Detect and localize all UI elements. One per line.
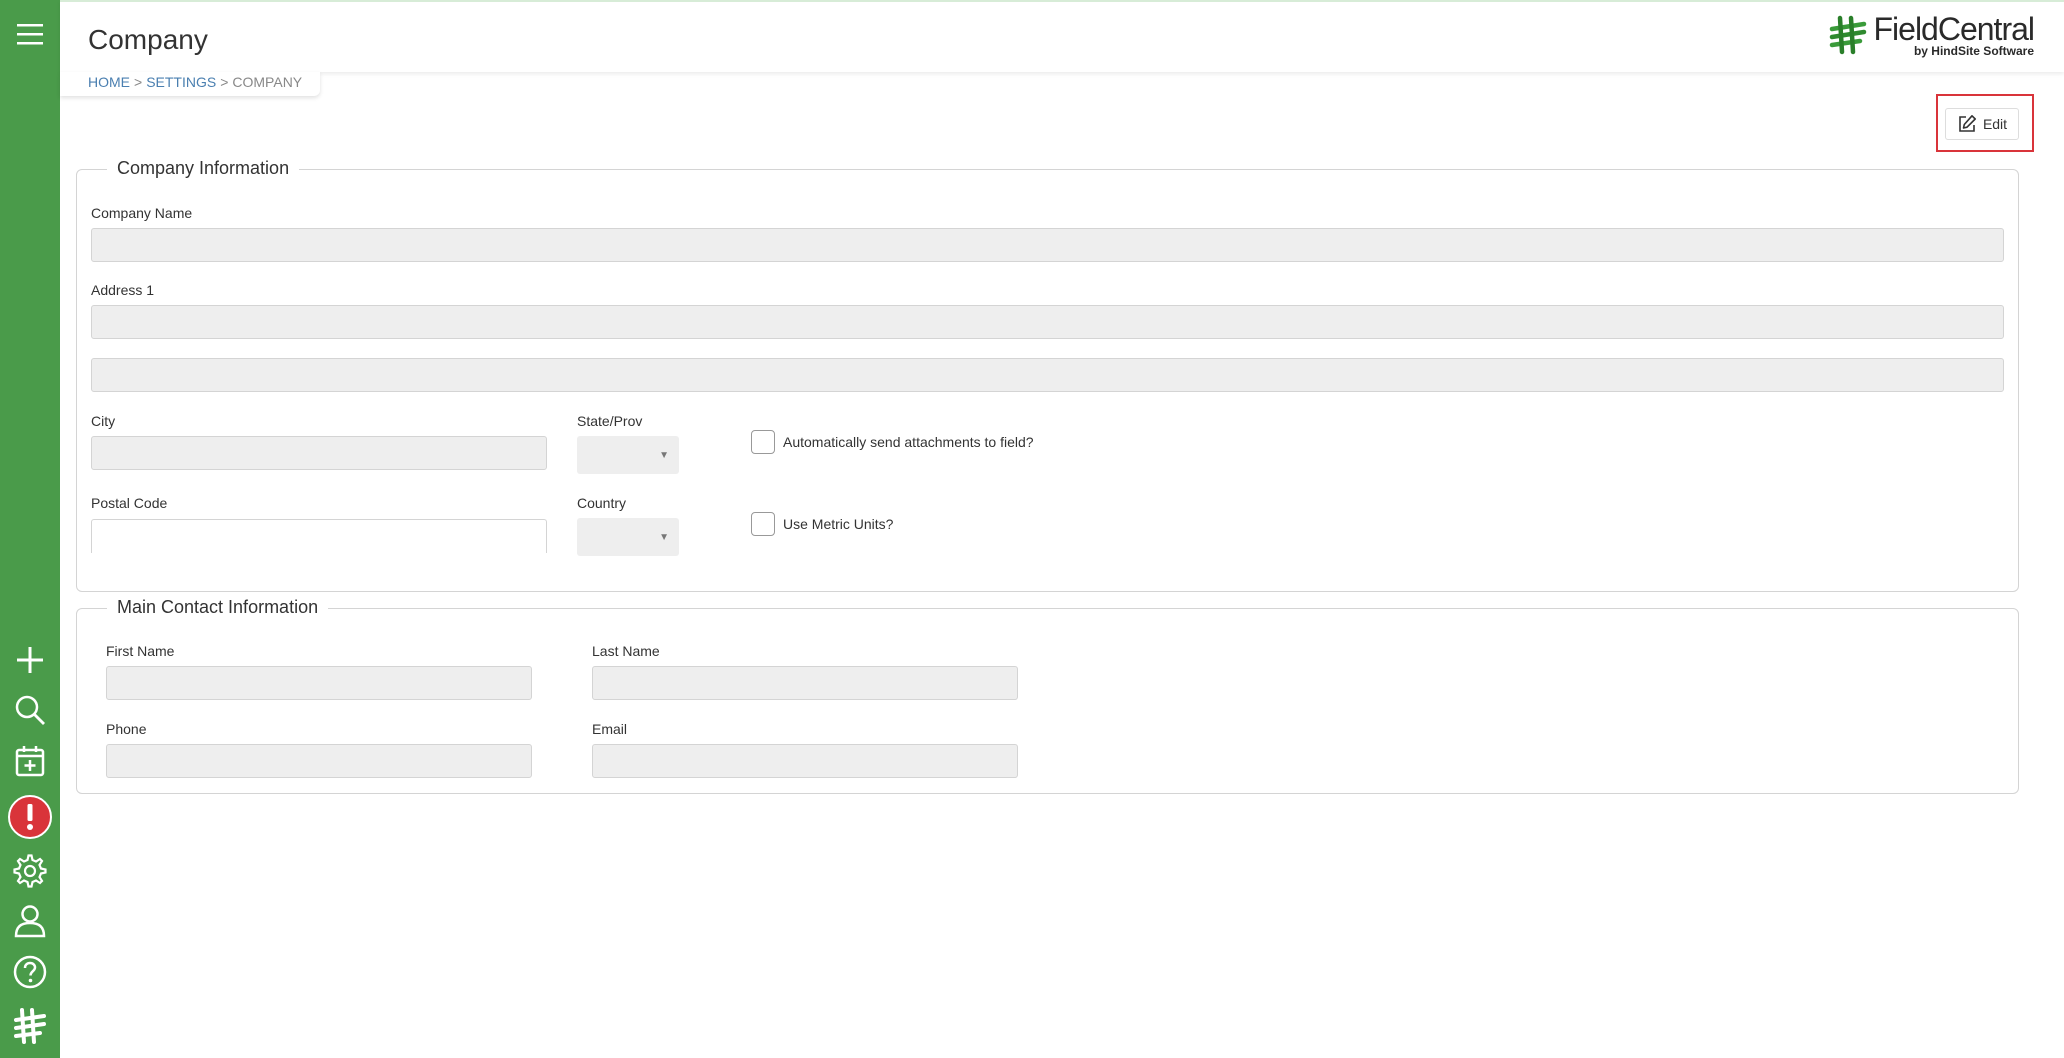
breadcrumb-settings[interactable]: SETTINGS — [146, 74, 216, 90]
postal-code-label: Postal Code — [91, 495, 168, 511]
edit-button-label: Edit — [1982, 116, 2008, 132]
main-contact-section: Main Contact Information First Name Last… — [76, 597, 2019, 794]
phone-label: Phone — [106, 721, 147, 737]
country-label: Country — [577, 495, 627, 511]
first-name-input[interactable] — [106, 666, 532, 700]
sidebar — [0, 0, 60, 1058]
help-icon[interactable] — [0, 951, 60, 993]
edit-button[interactable]: Edit — [1945, 108, 2019, 140]
address2-input[interactable] — [91, 358, 2004, 392]
alert-icon[interactable] — [0, 793, 60, 841]
company-information-legend: Company Information — [107, 158, 300, 179]
main-contact-legend: Main Contact Information — [107, 597, 329, 618]
edit-icon — [1959, 115, 1976, 132]
fieldcentral-logo-icon[interactable] — [0, 1003, 60, 1049]
city-label: City — [91, 413, 116, 429]
email-input[interactable] — [592, 744, 1018, 778]
last-name-input[interactable] — [592, 666, 1018, 700]
chevron-down-icon: ▼ — [659, 532, 669, 543]
company-name-input[interactable] — [91, 228, 2004, 262]
logo-subtitle: by HindSite Software — [1913, 44, 2034, 58]
breadcrumb-home[interactable]: HOME — [88, 74, 130, 90]
use-metric-units-checkbox[interactable] — [751, 512, 775, 536]
fieldcentral-mark-icon — [1830, 15, 1867, 55]
search-icon[interactable] — [0, 690, 60, 730]
state-prov-label: State/Prov — [577, 413, 643, 429]
calendar-add-icon[interactable] — [0, 740, 60, 782]
fieldcentral-logo: FieldCentral by HindSite Software — [1827, 11, 2035, 58]
user-icon[interactable] — [0, 900, 60, 942]
address1-input[interactable] — [91, 305, 2004, 339]
logo-name: FieldCentral — [1873, 11, 2035, 47]
auto-send-attachments-label: Automatically send attachments to field? — [783, 434, 1034, 450]
last-name-label: Last Name — [592, 643, 660, 659]
menu-icon[interactable] — [0, 14, 60, 54]
gear-icon[interactable] — [0, 850, 60, 892]
country-select[interactable]: ▼ — [577, 518, 679, 556]
postal-code-input[interactable] — [91, 519, 547, 553]
state-prov-select[interactable]: ▼ — [577, 436, 679, 474]
company-information-section: Company Information Company Name Address… — [76, 158, 2019, 592]
top-header: Company FieldCentral by HindSite Softwar… — [60, 0, 2064, 72]
plus-icon[interactable] — [0, 640, 60, 680]
chevron-down-icon: ▼ — [659, 450, 669, 461]
email-label: Email — [592, 721, 628, 737]
breadcrumb: HOME > SETTINGS > COMPANY — [60, 72, 320, 96]
page-title: Company — [88, 24, 208, 55]
auto-send-attachments-checkbox[interactable] — [751, 430, 775, 454]
phone-input[interactable] — [106, 744, 532, 778]
breadcrumb-current: COMPANY — [232, 74, 303, 90]
breadcrumb-separator: > — [220, 74, 229, 90]
breadcrumb-separator: > — [134, 74, 143, 90]
company-name-label: Company Name — [91, 205, 193, 221]
use-metric-units-label: Use Metric Units? — [783, 516, 894, 532]
first-name-label: First Name — [106, 643, 175, 659]
address1-label: Address 1 — [91, 282, 155, 298]
city-input[interactable] — [91, 436, 547, 470]
